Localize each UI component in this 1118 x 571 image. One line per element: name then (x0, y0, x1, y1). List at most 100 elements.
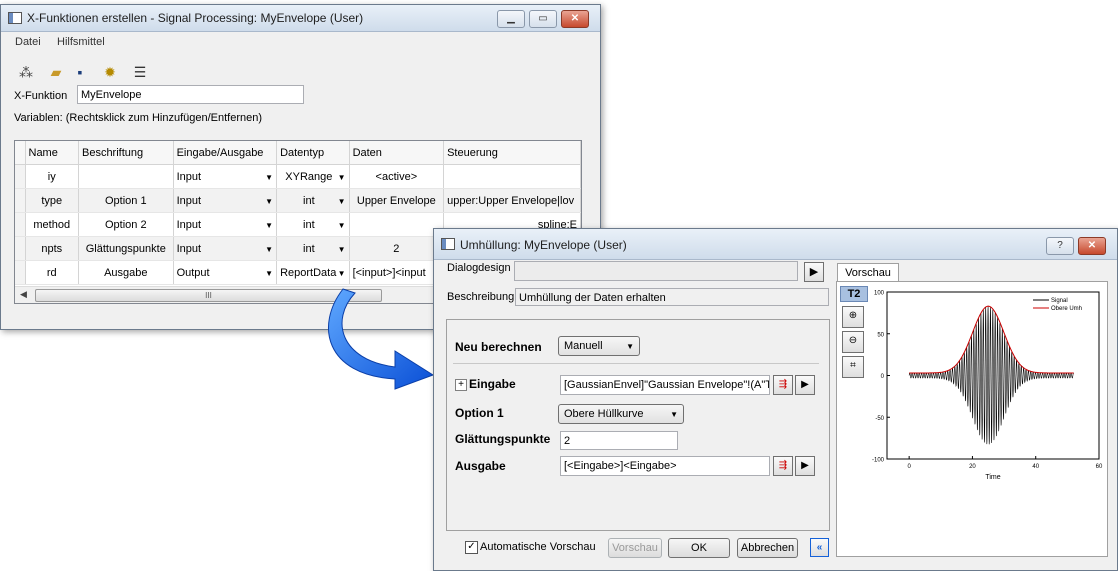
xf-window-title: X-Funktionen erstellen - Signal Processi… (27, 11, 364, 25)
cell-type[interactable]: int ▼ (276, 212, 350, 237)
col-header-daten[interactable]: Daten (349, 141, 445, 165)
dialogdesign-label: Dialogdesign (447, 262, 511, 274)
range-select-icon[interactable]: ⇶ (773, 375, 793, 395)
cell-data[interactable]: Upper Envelope (349, 188, 445, 213)
col-header-io[interactable]: Eingabe/Ausgabe (173, 141, 278, 165)
auto-preview-label: Automatische Vorschau (480, 541, 596, 553)
legend-label-envelope: Obere Umh (1051, 306, 1082, 312)
cell-control[interactable] (443, 164, 581, 189)
col-header-name[interactable]: Name (25, 141, 79, 165)
maximize-button[interactable]: ▭ (529, 10, 557, 28)
cell-data[interactable]: [<input>]<input (349, 260, 445, 285)
cell-io[interactable]: Input ▼ (173, 236, 278, 261)
minimize-button[interactable]: ▁ (497, 10, 525, 28)
cell-name[interactable]: npts (25, 236, 79, 261)
zoom-out-icon[interactable]: ⊖ (842, 331, 864, 353)
zoom-in-icon[interactable]: ⊕ (842, 306, 864, 328)
x-tick-label: 0 (907, 464, 911, 470)
cell-io[interactable]: Output ▼ (173, 260, 278, 285)
preview-tab[interactable]: Vorschau (837, 263, 899, 282)
col-header-beschriftung[interactable]: Beschriftung (78, 141, 174, 165)
gear-compile-icon[interactable]: ✹ (101, 63, 119, 81)
window-icon (441, 238, 455, 250)
dialog-titlebar[interactable]: Umhüllung: MyEnvelope (User) ? ✕ (434, 229, 1117, 260)
expand-plus-icon[interactable]: + (455, 379, 467, 391)
divider (453, 363, 819, 364)
dialog-title: Umhüllung: MyEnvelope (User) (460, 238, 627, 252)
dropdown-arrow-icon: ▼ (265, 172, 274, 182)
dialog-close-button[interactable]: ✕ (1078, 237, 1106, 255)
grid-corner (15, 141, 26, 165)
cancel-button[interactable]: Abbrechen (737, 538, 798, 558)
dropdown-arrow-icon: ▼ (670, 410, 678, 419)
cell-type[interactable]: ReportData ▼ (276, 260, 350, 285)
cell-io[interactable]: Input ▼ (173, 212, 278, 237)
y-tick-label: -50 (875, 416, 884, 422)
scroll-left-icon[interactable]: ◀ (20, 289, 27, 300)
recalc-label: Neu berechnen (455, 340, 542, 354)
menu-hilfsmittel[interactable]: Hilfsmittel (57, 36, 105, 48)
cell-label[interactable] (78, 164, 174, 189)
xfunction-name-input[interactable]: MyEnvelope (77, 85, 304, 104)
xf-menubar: Datei Hilfsmittel (1, 32, 600, 52)
cell-type[interactable]: int ▼ (276, 188, 350, 213)
col-header-datentyp[interactable]: Datentyp (276, 141, 350, 165)
cell-io[interactable]: Input ▼ (173, 164, 278, 189)
dropdown-arrow-icon: ▼ (265, 244, 274, 254)
rescale-icon[interactable]: ⌗ (842, 356, 864, 378)
cell-label[interactable]: Option 1 (78, 188, 174, 213)
cell-name[interactable]: rd (25, 260, 79, 285)
cell-name[interactable]: type (25, 188, 79, 213)
cell-io[interactable]: Input ▼ (173, 188, 278, 213)
dropdown-arrow-icon: ▼ (265, 196, 274, 206)
table-row[interactable]: type Option 1 Input ▼ int ▼ Upper Envelope… (15, 188, 581, 213)
save-disk-icon[interactable]: ▪ (71, 63, 89, 81)
cell-data[interactable]: 2 (349, 236, 445, 261)
new-wand-icon[interactable]: ⁂ (17, 63, 35, 81)
t2-badge[interactable]: T2 (840, 286, 868, 302)
y-tick-label: 100 (874, 291, 885, 297)
output-arrow-button[interactable]: ▶ (795, 456, 815, 476)
output-label: Ausgabe (455, 459, 506, 473)
menu-datei[interactable]: Datei (15, 36, 41, 48)
cell-data[interactable]: <active> (349, 164, 445, 189)
ok-button[interactable]: OK (668, 538, 730, 558)
y-tick-label: 50 (877, 332, 884, 338)
auto-preview-checkbox[interactable]: ✓ (465, 541, 478, 554)
preview-button[interactable]: Vorschau (608, 538, 662, 558)
beschreibung-field: Umhüllung der Daten erhalten (515, 288, 829, 306)
tree-view-icon[interactable]: ☰ (131, 63, 149, 81)
open-folder-icon[interactable]: ▰ (47, 63, 65, 81)
dropdown-arrow-icon: ▼ (337, 196, 346, 206)
dropdown-arrow-icon: ▼ (337, 172, 346, 182)
cell-label[interactable]: Ausgabe (78, 260, 174, 285)
help-button[interactable]: ? (1046, 237, 1074, 255)
col-header-steuerung[interactable]: Steuerung (443, 141, 581, 165)
collapse-chevron-icon[interactable]: « (810, 538, 829, 557)
cell-type[interactable]: XYRange ▼ (276, 164, 350, 189)
xf-titlebar[interactable]: X-Funktionen erstellen - Signal Processi… (1, 5, 600, 32)
cell-name[interactable]: method (25, 212, 79, 237)
curved-arrow-icon (328, 288, 435, 390)
smoothing-label: Glättungspunkte (455, 432, 551, 446)
cell-data[interactable] (349, 212, 445, 237)
recalc-combo[interactable]: Manuell ▼ (558, 336, 640, 356)
cell-control[interactable]: upper:Upper Envelope|lov (443, 188, 581, 213)
input-arrow-button[interactable]: ▶ (795, 375, 815, 395)
dialogdesign-arrow-button[interactable]: ▶ (804, 262, 824, 282)
output-field[interactable]: [<Eingabe>]<Eingabe> (560, 456, 770, 476)
dropdown-arrow-icon: ▼ (337, 220, 346, 230)
smoothing-input[interactable]: 2 (560, 431, 678, 450)
cell-name[interactable]: iy (25, 164, 79, 189)
table-row[interactable]: iy Input ▼ XYRange ▼ <active> (15, 164, 581, 189)
range-select-icon[interactable]: ⇶ (773, 456, 793, 476)
cell-label[interactable]: Glättungspunkte (78, 236, 174, 261)
window-icon (8, 12, 22, 24)
close-button[interactable]: ✕ (561, 10, 589, 28)
dialogdesign-combo[interactable] (514, 261, 798, 281)
input-range-field[interactable]: [GaussianEnvel]"Gaussian Envelope"!(A"Ti (560, 375, 770, 395)
option1-combo[interactable]: Obere Hüllkurve ▼ (558, 404, 684, 424)
cell-type[interactable]: int ▼ (276, 236, 350, 261)
y-tick-label: -100 (872, 458, 885, 464)
cell-label[interactable]: Option 2 (78, 212, 174, 237)
